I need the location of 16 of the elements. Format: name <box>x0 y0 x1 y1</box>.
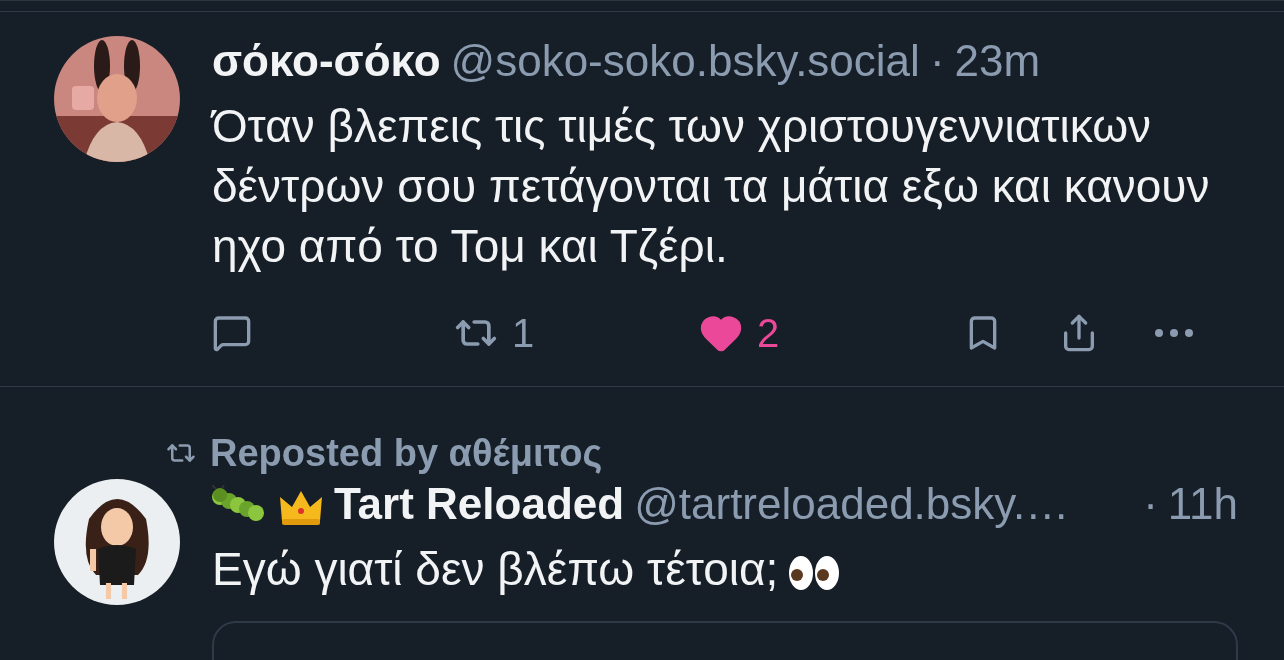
eyes-icon <box>788 554 841 591</box>
like-button[interactable]: 2 <box>699 310 963 356</box>
author-name[interactable]: σόκο-σόκο <box>212 36 441 86</box>
author-handle[interactable]: @soko-soko.bsky.social <box>450 36 920 86</box>
more-icon <box>1155 329 1193 337</box>
author-name[interactable]: Tart Reloaded <box>334 479 625 529</box>
post-time[interactable]: 23m <box>954 36 1041 86</box>
separator-dot: · <box>1143 479 1158 529</box>
post-time[interactable]: 11h <box>1167 479 1238 529</box>
speech-bubble-icon <box>212 313 252 353</box>
post-text: Όταν βλεπεις τις τιμές των χριστουγεννιατικων δέντρων σου πετάγονται τα μάτια εξω και κανουν ηχο από το Τομ και Τζέρι. <box>212 99 1211 274</box>
post-text: Εγώ γιατί δεν βλέπω τέτοια; <box>212 539 1238 599</box>
separator-dot: · <box>929 36 945 86</box>
repost-button[interactable]: 1 <box>454 310 699 356</box>
reposted-by-label[interactable]: Reposted by αθέμιτος <box>210 431 603 475</box>
author-handle[interactable]: @tartreloaded.bsky.… <box>634 479 1134 529</box>
